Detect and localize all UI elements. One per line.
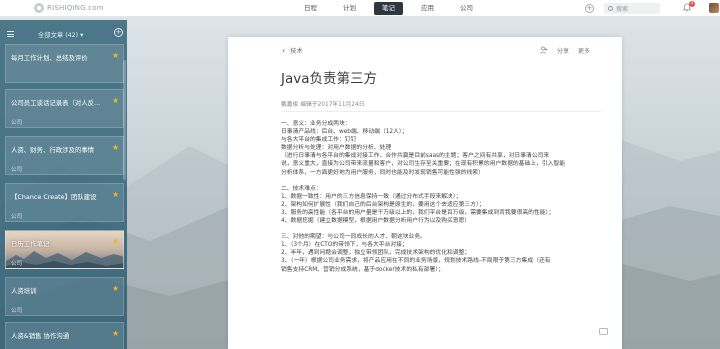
document-actions: 分享 更多 [540, 46, 590, 55]
body-line: 说，意义重大，直接为公司带来流量和客户，对公司生存至关重要；在现有积累的用户数据… [281, 161, 566, 168]
nav-notes[interactable]: 笔记 [374, 2, 403, 15]
note-card-title: 日历工作笔记 [11, 240, 50, 248]
note-document: ‹ 技术 分享 更多 Java负责第三方 戴嘉俊 编辑于2017年11月24日 … [228, 37, 622, 349]
note-card-with-image[interactable]: 日历工作笔记 ★ 公司 [5, 230, 124, 269]
divider [281, 111, 601, 112]
body-line: 2、半年，遇到问题会调整，独立带领团队，完成技术架构的优化和调整； [281, 250, 471, 257]
body-line: 1、数据一致性：用户的三方信息保持一致（通过分布式手段来解决）； [281, 193, 462, 200]
sort-menu-icon[interactable] [7, 31, 14, 39]
body-line: 分析体系，一方面更好地为用户服务，同时也能及时发现销售可能性强的线索） [281, 169, 484, 176]
body-line: 3、服务的高性能（各平台的用户量是千万级以上的，我们平台是百万级，需要集成到背我… [281, 209, 555, 216]
logo[interactable]: RISHIQING.com [34, 3, 104, 13]
body-line: 数据分析与处理：对用户数据的分析、处理 [281, 145, 392, 152]
nav-schedule[interactable]: 日程 [296, 2, 325, 15]
top-navigation-bar: RISHIQING.com 日程 计划 笔记 应用 公司 + 搜索 1 [0, 0, 720, 17]
nav-plan[interactable]: 计划 [335, 2, 364, 15]
comment-icon[interactable] [599, 328, 608, 335]
note-card-title: 人资&销售 协作沟通 [11, 332, 70, 340]
body-line: 销售支持CRM、营销分成系统，基于docker技术的私有部署）； [281, 266, 445, 273]
body-line: 3、（一年）根据公司业务需求，将产品应用在不同的业务场景，规划技术路线-不局限于… [281, 258, 551, 265]
note-card[interactable]: 人资&销售 协作沟通 ★ [5, 322, 124, 349]
document-title[interactable]: Java负责第三方 [281, 67, 377, 87]
body-line: 日事清产品线：后台、web端、移动端（12人）； [281, 129, 408, 136]
note-card[interactable]: 人资培训 ★ 公司 [5, 277, 124, 316]
note-card-title: 公司员工谈话记录表（对人反... [11, 99, 101, 107]
notification-badge: 1 [689, 1, 695, 7]
star-icon[interactable]: ★ [112, 97, 119, 105]
body-line: 与各大平台的集成工作：钉钉 [281, 137, 357, 144]
body-line: 三、对他的期望：与公司一同成长的人才、朝这块业务。 [281, 234, 426, 241]
search-placeholder: 搜索 [616, 6, 629, 13]
body-line: 2、架构如何扩展性（我们自己的后台架构是原生的，要用这个去适应第三方）； [281, 201, 485, 208]
note-card-tag: 公司 [11, 214, 23, 220]
notes-sidebar: 全部文章 (42) ▾ + 每月工作计划、总结及评价 ★ 公司员工谈话记录表（对… [0, 20, 127, 349]
add-note-button[interactable]: + [114, 28, 123, 37]
more-button[interactable]: 更多 [578, 46, 590, 55]
nav-apps[interactable]: 应用 [413, 2, 442, 15]
note-card-tag: 公司 [11, 261, 23, 267]
star-icon[interactable]: ★ [112, 238, 119, 246]
add-icon[interactable]: + [585, 4, 594, 13]
avatar[interactable] [709, 3, 719, 13]
sidebar-scrollbar[interactable] [123, 60, 126, 180]
nav-company[interactable]: 公司 [452, 2, 481, 15]
note-card[interactable]: 每月工作计划、总结及评价 ★ [5, 44, 124, 83]
breadcrumb[interactable]: ‹ 技术 [282, 46, 303, 55]
search-icon [608, 6, 613, 11]
body-line: 1、（3个月）在CTO的带领下，与各大平台对接； [281, 242, 408, 249]
star-icon[interactable]: ★ [112, 330, 119, 338]
star-icon[interactable]: ★ [112, 285, 119, 293]
breadcrumb-label[interactable]: 技术 [290, 46, 302, 55]
note-card[interactable]: 公司员工谈话记录表（对人反... ★ 公司 [5, 89, 124, 128]
body-line: （进行日事清与各平台的集成对接工作，合作共赢是目前saas的主题；客户之间有共享… [281, 153, 550, 160]
star-icon[interactable]: ★ [112, 144, 119, 152]
note-card-title: 每月工作计划、总结及评价 [11, 54, 88, 62]
note-cover-image [6, 251, 123, 268]
note-card-title: 【Chance Create】团队建设 [11, 193, 97, 201]
note-card-tag: 公司 [11, 167, 23, 173]
note-card[interactable]: 【Chance Create】团队建设 ★ 公司 [5, 183, 124, 222]
sidebar-title[interactable]: 全部文章 (42) ▾ [38, 30, 83, 39]
logo-text: RISHIQING.com [47, 4, 104, 12]
logo-icon [34, 3, 44, 13]
note-card-tag: 公司 [11, 308, 23, 314]
body-line: 二、技术难点： [281, 185, 322, 192]
main-nav: 日程 计划 笔记 应用 公司 [296, 2, 491, 15]
body-line: 4、数据挖掘（建立数据模型，根据用户数据分析用户行为以及购买意愿） [281, 218, 471, 225]
body-line: 一、意义：业务分成两块： [281, 121, 351, 127]
note-card-title: 人资培训 [11, 287, 37, 295]
note-card-title: 人资、财务、行政涉及的事情 [11, 146, 95, 154]
star-icon[interactable]: ★ [112, 191, 119, 199]
note-card-tag: 公司 [11, 120, 23, 126]
document-body[interactable]: 一、意义：业务分成两块： 日事清产品线：后台、web端、移动端（12人）； 与各大平… [281, 120, 611, 274]
search-input[interactable]: 搜索 [604, 3, 660, 14]
star-icon[interactable]: ★ [112, 52, 119, 60]
top-right-tools: + 搜索 [585, 3, 660, 14]
collaborators-icon[interactable] [540, 46, 548, 54]
chevron-left-icon[interactable]: ‹ [282, 46, 285, 55]
note-card[interactable]: 人资、财务、行政涉及的事情 ★ 公司 [5, 136, 124, 175]
share-button[interactable]: 分享 [557, 46, 569, 55]
document-meta: 戴嘉俊 编辑于2017年11月24日 [281, 102, 365, 108]
